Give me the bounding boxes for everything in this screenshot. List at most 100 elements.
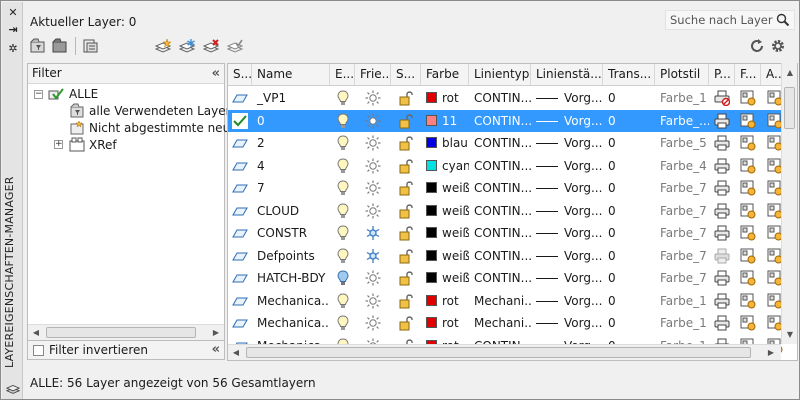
column-header-on[interactable]: E... [330, 64, 355, 85]
layer-search[interactable] [665, 10, 795, 30]
table-row[interactable]: 7 weiß CONTIN... Vorg... 0 Farbe_7 [228, 177, 788, 199]
lineweight-cell[interactable]: Vorg... [531, 290, 603, 312]
no-plot-printer-icon[interactable] [714, 90, 731, 107]
layer-name-cell[interactable]: CONSTR [252, 222, 330, 244]
plot-style-cell[interactable]: Farbe_4 [655, 155, 709, 177]
table-row[interactable]: 2 blau CONTIN... Vorg... 0 Farbe_5 [228, 132, 788, 154]
lightbulb-on-icon[interactable] [335, 315, 351, 331]
column-header-newvp[interactable]: F... [735, 64, 761, 85]
printer-icon[interactable] [714, 248, 730, 264]
new-viewport-freeze-icon[interactable] [740, 315, 756, 331]
sun-thawed-icon[interactable] [365, 203, 381, 219]
printer-icon[interactable] [714, 270, 730, 286]
unlocked-padlock-icon[interactable] [398, 225, 414, 241]
lightbulb-on-icon[interactable] [335, 202, 351, 219]
layer-name-cell[interactable]: 4 [252, 155, 330, 177]
layer-name-cell[interactable]: 7 [252, 177, 330, 199]
refresh-icon[interactable] [749, 38, 765, 54]
close-icon[interactable]: ✕ [6, 6, 20, 20]
transparency-cell[interactable]: 0 [603, 267, 655, 289]
printer-icon[interactable] [714, 315, 730, 331]
new-viewport-freeze-icon[interactable] [740, 158, 756, 174]
layer-status-icon[interactable] [232, 180, 248, 196]
linetype-cell[interactable]: CONTIN... [469, 177, 531, 199]
transparency-cell[interactable]: 0 [603, 177, 655, 199]
layer-color-cell[interactable]: rot [421, 87, 469, 109]
layer-status-icon[interactable] [232, 315, 248, 331]
layer-color-cell[interactable]: weiß [421, 177, 469, 199]
unlocked-padlock-icon[interactable] [398, 158, 414, 174]
table-row[interactable]: CLOUD weiß CONTIN... Vorg... 0 Farbe_7 [228, 200, 788, 222]
search-input[interactable] [666, 11, 774, 29]
new-viewport-freeze-icon[interactable] [740, 225, 756, 241]
new-group-filter-icon[interactable] [52, 38, 68, 54]
layer-name-cell[interactable]: Defpoints [252, 245, 330, 267]
linetype-cell[interactable]: CONTIN... [469, 222, 531, 244]
transparency-cell[interactable]: 0 [603, 200, 655, 222]
autohide-icon[interactable]: ⇥ [6, 23, 20, 37]
linetype-cell[interactable]: CONTIN... [469, 110, 531, 132]
column-header-freeze[interactable]: Frie... [355, 64, 391, 85]
transparency-cell[interactable]: 0 [603, 290, 655, 312]
new-viewport-freeze-icon[interactable] [740, 270, 756, 286]
plot-style-cell[interactable]: Farbe_1 [655, 312, 709, 334]
linetype-cell[interactable]: CONTIN... [469, 132, 531, 154]
sun-thawed-icon[interactable] [365, 293, 381, 309]
scroll-down-icon[interactable]: ▼ [782, 327, 798, 342]
new-viewport-freeze-icon[interactable] [740, 90, 756, 106]
plot-style-cell[interactable]: Farbe_7 [655, 177, 709, 199]
table-row[interactable]: 4 cyan CONTIN... Vorg... 0 Farbe_4 [228, 155, 788, 177]
lineweight-cell[interactable]: Vorg... [531, 155, 603, 177]
scroll-right-icon[interactable]: ▶ [763, 345, 779, 360]
transparency-cell[interactable]: 0 [603, 132, 655, 154]
lightbulb-on-icon[interactable] [335, 112, 351, 129]
sun-thawed-icon[interactable] [365, 158, 381, 174]
snowflake-frozen-icon[interactable] [365, 225, 381, 241]
linetype-cell[interactable]: CONTIN... [469, 245, 531, 267]
sun-thawed-icon[interactable] [365, 113, 381, 129]
layer-color-cell[interactable]: weiß [421, 245, 469, 267]
table-row[interactable]: Defpoints weiß CONTIN... Vorg... 0 Farbe_7 [228, 245, 788, 267]
linetype-cell[interactable]: CONTIN... [469, 267, 531, 289]
layer-name-cell[interactable]: _VP1 [252, 87, 330, 109]
scroll-left-icon[interactable]: ◀ [228, 345, 244, 360]
unlocked-padlock-icon[interactable] [398, 203, 414, 219]
settings-gear-icon[interactable] [770, 38, 786, 54]
scroll-thumb[interactable] [46, 327, 196, 338]
lineweight-cell[interactable]: Vorg... [531, 222, 603, 244]
printer-icon[interactable] [714, 180, 730, 196]
lightbulb-on-icon[interactable] [335, 292, 351, 309]
layer-status-icon[interactable] [232, 225, 248, 241]
table-row[interactable]: _VP1 rot CONTIN... Vorg... 0 Farbe_1 [228, 87, 788, 109]
plot-style-cell[interactable]: Farbe_1 [655, 87, 709, 109]
tree-item-used-layers[interactable]: alle Verwendeten Layer [89, 103, 231, 119]
tree-collapse-toggle[interactable]: − [34, 90, 43, 99]
scroll-left-icon[interactable]: ◀ [28, 325, 44, 340]
new-viewport-freeze-icon[interactable] [740, 293, 756, 309]
scroll-right-icon[interactable]: ▶ [208, 325, 224, 340]
collapse-tree-button[interactable]: « [212, 342, 220, 357]
transparency-cell[interactable]: 0 [603, 222, 655, 244]
filter-horizontal-scrollbar[interactable]: ◀ ▶ [28, 324, 224, 340]
layer-color-cell[interactable]: cyan [421, 155, 469, 177]
unlocked-padlock-icon[interactable] [398, 113, 414, 129]
tree-item-xref[interactable]: XRef [89, 137, 117, 153]
transparency-cell[interactable]: 0 [603, 87, 655, 109]
lightbulb-on-icon[interactable] [335, 270, 351, 286]
printer-icon[interactable] [714, 203, 730, 219]
new-layer-vp-frozen-icon[interactable] [178, 38, 196, 54]
layer-status-icon[interactable] [232, 90, 248, 106]
table-vertical-scrollbar[interactable]: ▲ ▼ [781, 63, 797, 344]
lightbulb-on-icon[interactable] [335, 135, 351, 151]
sun-thawed-icon[interactable] [365, 315, 381, 331]
lightbulb-on-icon[interactable] [335, 247, 351, 264]
linetype-cell[interactable]: CONTIN... [469, 155, 531, 177]
layer-status-icon[interactable] [232, 293, 248, 309]
new-viewport-freeze-icon[interactable] [740, 113, 756, 129]
printer-icon[interactable] [714, 113, 730, 129]
search-icon[interactable] [776, 13, 790, 27]
column-header-lock[interactable]: S... [391, 64, 421, 85]
column-header-linetype[interactable]: Linientyp [469, 64, 531, 85]
layer-status-icon[interactable] [232, 158, 248, 174]
new-viewport-freeze-icon[interactable] [740, 203, 756, 219]
